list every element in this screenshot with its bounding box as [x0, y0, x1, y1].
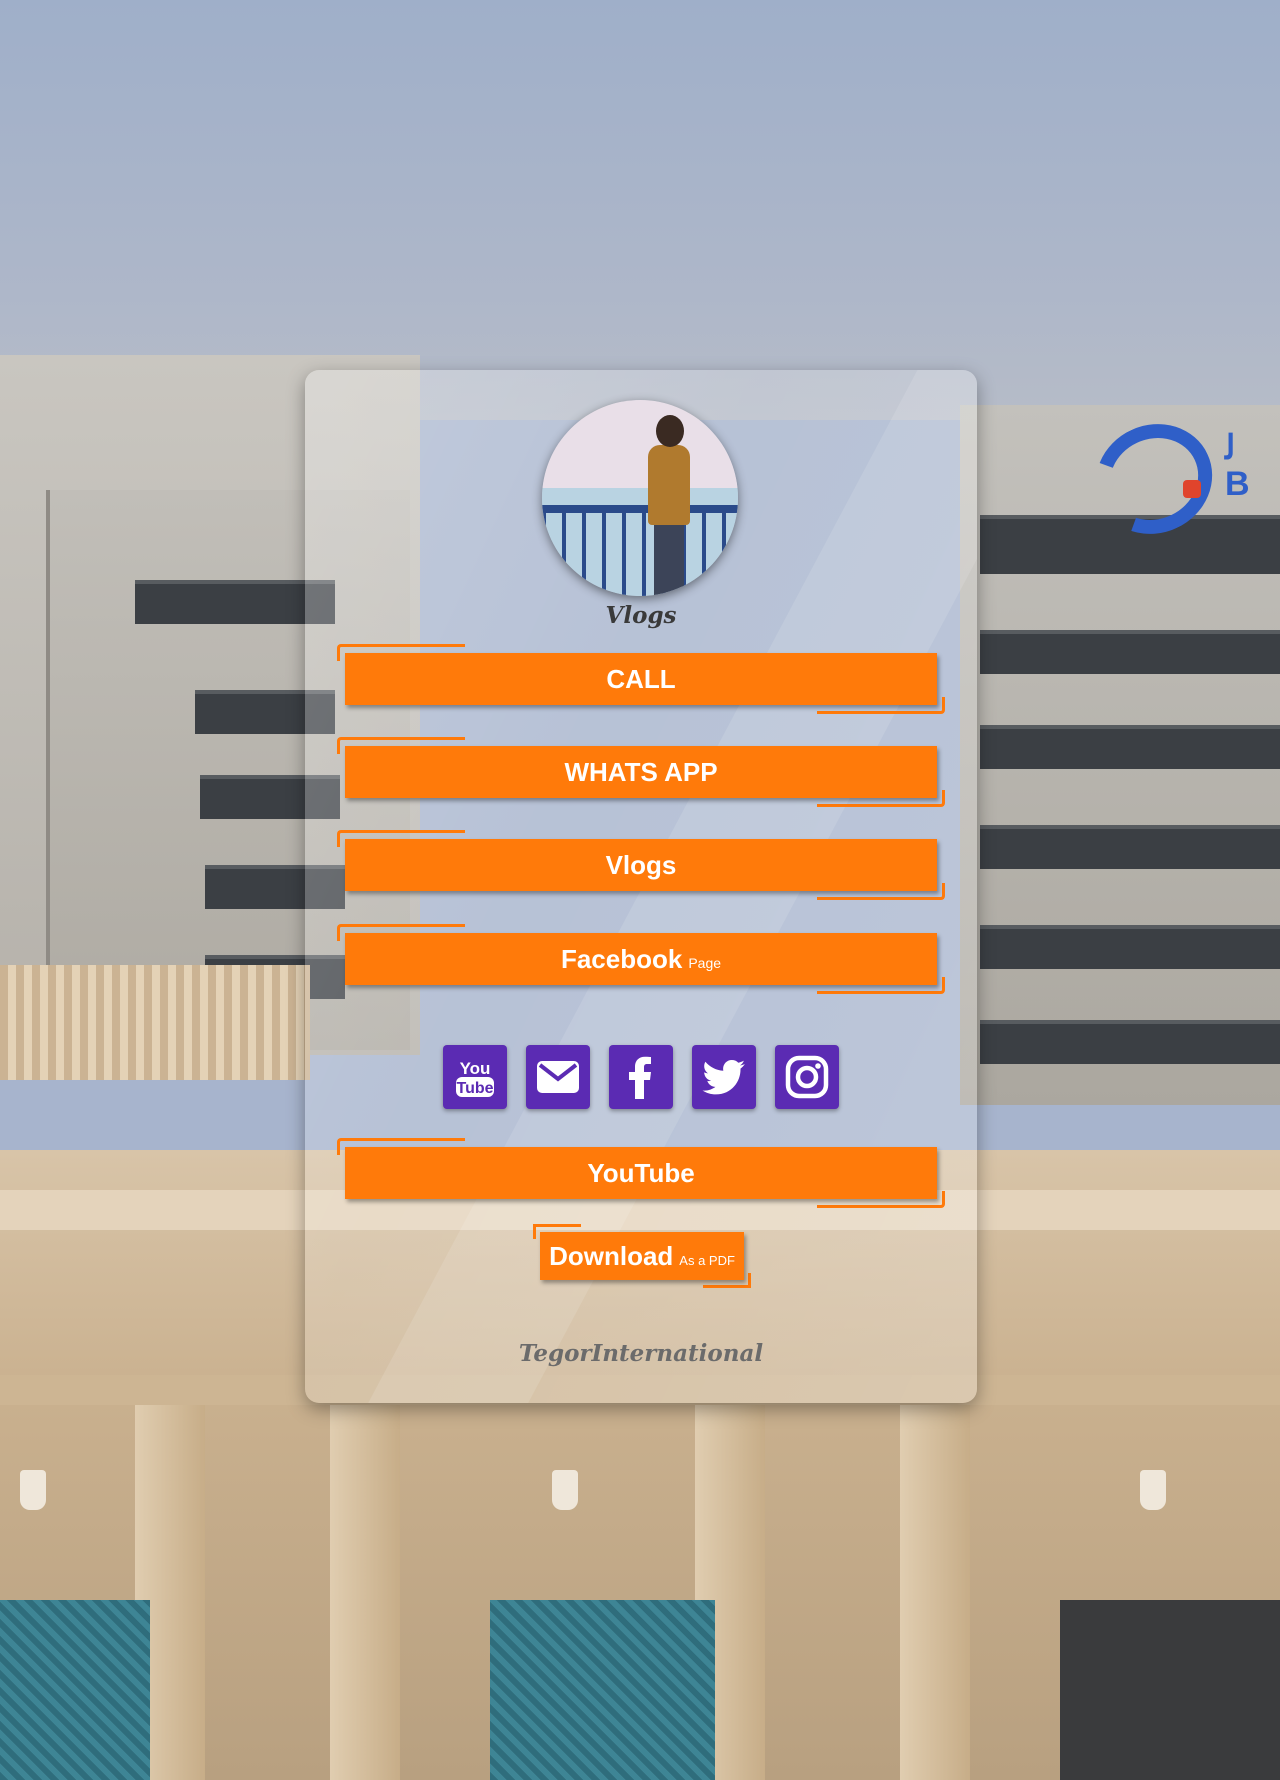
- instagram-icon[interactable]: [775, 1045, 839, 1109]
- download-label: Download: [549, 1240, 674, 1271]
- social-icons-row: You Tube: [305, 1045, 977, 1109]
- svg-text:You: You: [460, 1059, 491, 1078]
- whatsapp-label: WHATS APP: [564, 756, 718, 787]
- download-button-frame: Download As a PDF: [533, 1224, 751, 1288]
- download-pdf-button[interactable]: Download As a PDF: [540, 1232, 744, 1280]
- call-button[interactable]: CALL: [345, 653, 937, 705]
- vlogs-label: Vlogs: [605, 849, 677, 880]
- twitter-icon[interactable]: [692, 1045, 756, 1109]
- avatar: [542, 400, 738, 596]
- footer-brand: TegorInternational: [518, 1340, 764, 1367]
- call-button-frame: CALL: [337, 644, 945, 714]
- youtube-button[interactable]: YouTube: [345, 1147, 937, 1199]
- youtube-icon[interactable]: You Tube: [443, 1045, 507, 1109]
- mail-icon[interactable]: [526, 1045, 590, 1109]
- facebook-icon[interactable]: [609, 1045, 673, 1109]
- whatsapp-button-frame: WHATS APP: [337, 737, 945, 807]
- profile-card: Vlogs CALL WHATS APP Vlogs Facebook Page…: [305, 370, 977, 1403]
- youtube-label: YouTube: [587, 1157, 695, 1188]
- profile-name: Vlogs: [605, 602, 677, 629]
- facebook-page-button[interactable]: Facebook Page: [345, 933, 937, 985]
- facebook-label: Facebook: [560, 943, 683, 974]
- svg-text:Tube: Tube: [456, 1080, 493, 1097]
- youtube-button-frame: YouTube: [337, 1138, 945, 1208]
- facebook-button-frame: Facebook Page: [337, 924, 945, 994]
- call-label: CALL: [606, 663, 676, 694]
- vlogs-button[interactable]: Vlogs: [345, 839, 937, 891]
- facebook-sublabel: Page: [688, 955, 722, 971]
- download-sublabel: As a PDF: [679, 1252, 735, 1268]
- vlogs-button-frame: Vlogs: [337, 830, 945, 900]
- whatsapp-button[interactable]: WHATS APP: [345, 746, 937, 798]
